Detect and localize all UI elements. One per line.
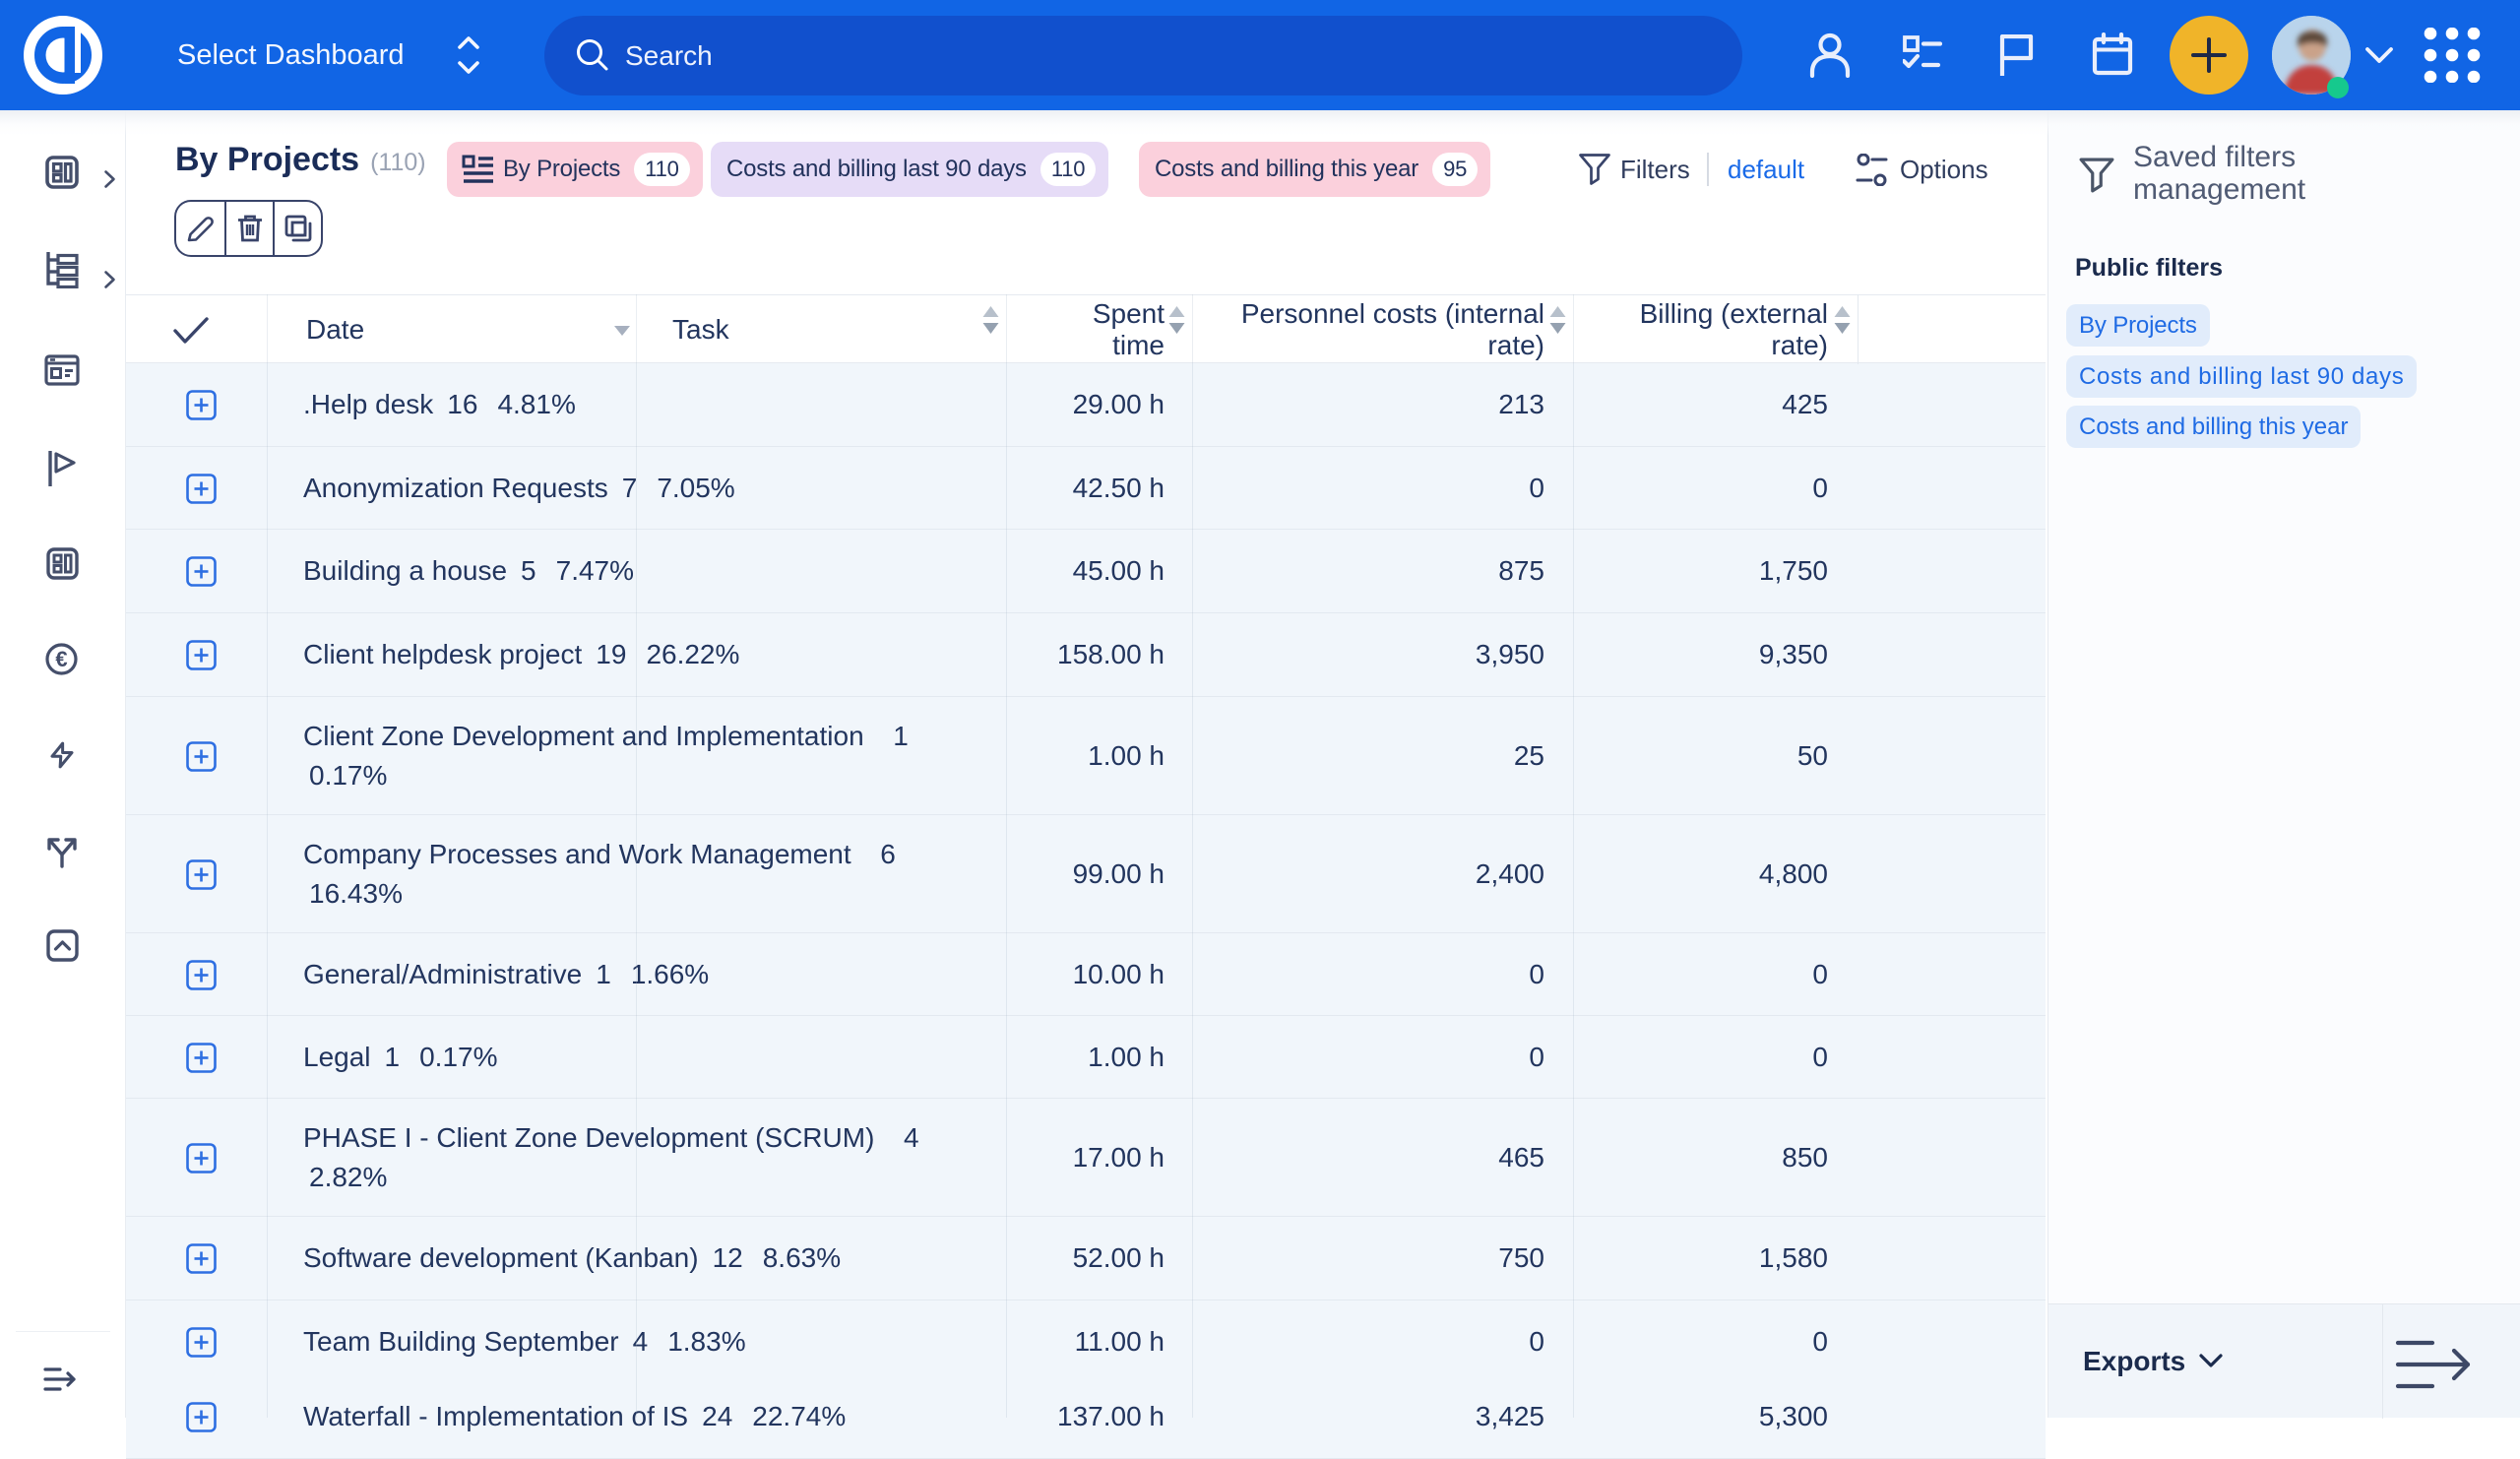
svg-text:€: € <box>55 647 67 671</box>
